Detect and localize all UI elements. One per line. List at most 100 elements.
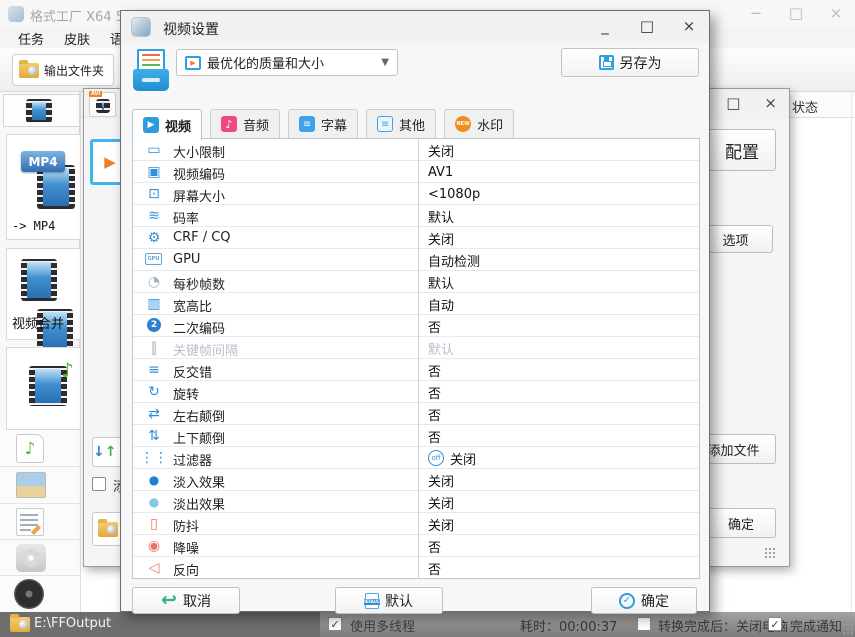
cancel-button[interactable]: ↩ 取消 [132, 587, 240, 614]
setting-row-two-pass[interactable]: 2二次编码否 [133, 315, 699, 337]
multithread-label[interactable]: 使用多线程 [350, 616, 415, 635]
setting-row-flip-horizontal[interactable]: ⇄左右颠倒否 [133, 403, 699, 425]
ok-button[interactable]: ✓ 确定 [591, 587, 697, 614]
minimize-icon[interactable]: − [747, 4, 765, 22]
setting-row-gpu[interactable]: GPUGPU自动检测 [133, 249, 699, 271]
setting-row-video-encoder[interactable]: ▣视频编码AV1 [133, 161, 699, 183]
setting-row-bitrate[interactable]: ≋码率默认 [133, 205, 699, 227]
setting-value-cell[interactable]: 默认 [418, 271, 699, 293]
profile-tray-icon [133, 49, 169, 91]
sort-up-icon: ↑ [105, 444, 117, 460]
setting-row-flip-vertical[interactable]: ⇅上下颠倒否 [133, 425, 699, 447]
dialog-titlebar[interactable]: 视频设置 _ □ × [121, 11, 709, 43]
setting-value-cell[interactable]: 否 [418, 403, 699, 425]
maximize-icon[interactable]: □ [639, 17, 655, 35]
setting-value-cell[interactable]: 关闭 [418, 513, 699, 535]
output-folder-button[interactable]: 输出文件夹 [12, 54, 114, 86]
setting-value-cell[interactable]: 关闭 [418, 469, 699, 491]
setting-value-cell[interactable]: 否 [418, 359, 699, 381]
reverse-icon: ◁ [143, 557, 165, 578]
bg-ok-button[interactable]: 确定 [706, 508, 776, 538]
resize-grip[interactable] [842, 623, 853, 634]
setting-value-cell[interactable]: 默认 [418, 205, 699, 227]
sidebar-category-rom-device[interactable] [0, 540, 80, 576]
setting-value-cell[interactable]: 关闭 [418, 227, 699, 249]
sidebar-tab-video[interactable] [3, 94, 79, 127]
close-icon[interactable]: × [681, 17, 697, 35]
setting-label: 左右颠倒 [173, 406, 225, 425]
output-path[interactable]: E:\FFOutput [34, 616, 111, 631]
setting-value-cell[interactable]: 默认 [418, 337, 699, 359]
setting-row-size-limit[interactable]: ▭大小限制关闭 [133, 139, 699, 161]
append-checkbox[interactable] [92, 477, 106, 491]
maximize-icon[interactable]: □ [787, 4, 805, 22]
config-button[interactable]: 配置 [708, 129, 776, 171]
sidebar-item-video-to-audio[interactable]: ♪ [6, 347, 80, 430]
default-button[interactable]: 默认 [335, 587, 443, 614]
setting-value-cell[interactable]: 否 [418, 315, 699, 337]
setting-row-fade-in[interactable]: ●淡入效果关闭 [133, 469, 699, 491]
menu-item-skin[interactable]: 皮肤 [64, 29, 90, 48]
setting-row-filter[interactable]: ⋮⋮过滤器off关闭 [133, 447, 699, 469]
setting-value-cell[interactable]: 否 [418, 535, 699, 557]
setting-row-aspect-ratio[interactable]: ▥宽高比自动 [133, 293, 699, 315]
tab-other[interactable]: ≡其他 [366, 109, 436, 138]
multithread-checkbox[interactable]: ✓ [328, 617, 342, 631]
setting-value-cell[interactable]: 关闭 [418, 139, 699, 161]
setting-value-cell[interactable]: 关闭 [418, 491, 699, 513]
setting-row-fade-out[interactable]: ●淡出效果关闭 [133, 491, 699, 513]
maximize-icon[interactable]: □ [726, 94, 740, 112]
notify-label[interactable]: 完成通知 [790, 616, 842, 635]
sidebar-item-video-merge[interactable]: 视频合并 [6, 248, 80, 340]
setting-row-deinterlace[interactable]: ≡反交错否 [133, 359, 699, 381]
setting-value-cell[interactable]: 否 [418, 425, 699, 447]
setting-value-cell[interactable]: 否 [418, 381, 699, 403]
sidebar-category-audio[interactable]: ♪ [0, 430, 80, 467]
setting-value: <1080p [428, 187, 480, 202]
video-settings-dialog: 视频设置 _ □ × ▶ 最优化的质量和大小 ▼ 另存为 ▶视频 ♪音频 ≡字幕 ≡其… [120, 10, 710, 612]
tab-video[interactable]: ▶视频 [132, 109, 202, 140]
sidebar-category-video-tool[interactable] [0, 576, 80, 612]
setting-row-reverse[interactable]: ◁反向否 [133, 557, 699, 579]
setting-value-cell[interactable]: 自动 [418, 293, 699, 315]
setting-value-cell[interactable]: AV1 [418, 161, 699, 183]
resize-grip[interactable] [764, 547, 775, 558]
setting-value-cell[interactable]: 自动检测 [418, 249, 699, 271]
gpu-icon: GPU [145, 253, 162, 265]
minimize-icon[interactable]: _ [597, 17, 613, 35]
column-divider [851, 92, 852, 612]
sidebar-category-document[interactable] [0, 504, 80, 540]
close-icon[interactable]: × [764, 94, 777, 112]
close-icon[interactable]: × [827, 4, 845, 22]
setting-row-rotate[interactable]: ↻旋转否 [133, 381, 699, 403]
two-pass-icon: 2 [147, 318, 161, 332]
output-folder-icon [19, 63, 39, 78]
setting-value-cell[interactable]: off关闭 [418, 447, 699, 469]
menu-item-task[interactable]: 任务 [18, 29, 44, 48]
save-as-button[interactable]: 另存为 [561, 48, 699, 77]
tab-watermark[interactable]: NEW水印 [444, 109, 514, 138]
fps-icon: ◔ [143, 271, 165, 292]
output-path-folder-icon[interactable] [10, 617, 30, 632]
setting-row-denoise[interactable]: ◉降噪否 [133, 535, 699, 557]
setting-value-cell[interactable]: 否 [418, 557, 699, 579]
setting-label: 旋转 [173, 384, 199, 403]
setting-row-crf[interactable]: ⚙CRF / CQ关闭 [133, 227, 699, 249]
setting-value-cell[interactable]: <1080p [418, 183, 699, 205]
notify-checkbox[interactable]: ✓ [768, 617, 782, 631]
tab-subtitle[interactable]: ≡字幕 [288, 109, 358, 138]
status-column-header[interactable]: 状态 [792, 97, 818, 116]
tab-audio[interactable]: ♪音频 [210, 109, 280, 138]
setting-value: 关闭 [428, 493, 454, 512]
setting-row-fps[interactable]: ◔每秒帧数默认 [133, 271, 699, 293]
cancel-label: 取消 [183, 591, 211, 611]
setting-row-stabilize[interactable]: ▯防抖关闭 [133, 513, 699, 535]
sidebar-item-to-mp4[interactable]: MP4 -> MP4 [6, 134, 80, 240]
profile-dropdown[interactable]: ▶ 最优化的质量和大小 ▼ [176, 49, 398, 76]
sidebar-category-picture[interactable] [0, 467, 80, 504]
shutdown-checkbox[interactable] [637, 617, 651, 631]
setting-row-keyframe[interactable]: ‖关键帧间隔默认 [133, 337, 699, 359]
setting-row-screen-size[interactable]: ⊡屏幕大小<1080p [133, 183, 699, 205]
filter-icon: ⋮⋮ [143, 447, 165, 468]
settings-tabs: ▶视频 ♪音频 ≡字幕 ≡其他 NEW水印 [132, 109, 514, 139]
